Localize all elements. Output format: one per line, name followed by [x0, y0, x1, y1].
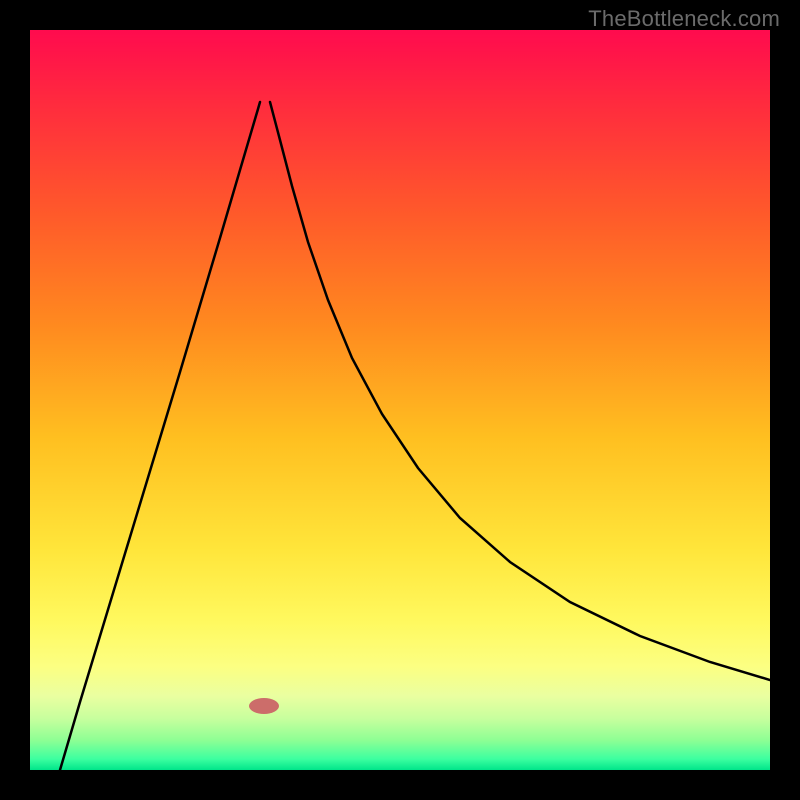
- watermark-text: TheBottleneck.com: [588, 6, 780, 32]
- bottleneck-marker-icon: [249, 698, 279, 714]
- chart-frame: TheBottleneck.com: [0, 0, 800, 800]
- plot-area: [30, 30, 770, 770]
- gradient-background: [30, 30, 770, 770]
- chart-svg: [30, 30, 770, 770]
